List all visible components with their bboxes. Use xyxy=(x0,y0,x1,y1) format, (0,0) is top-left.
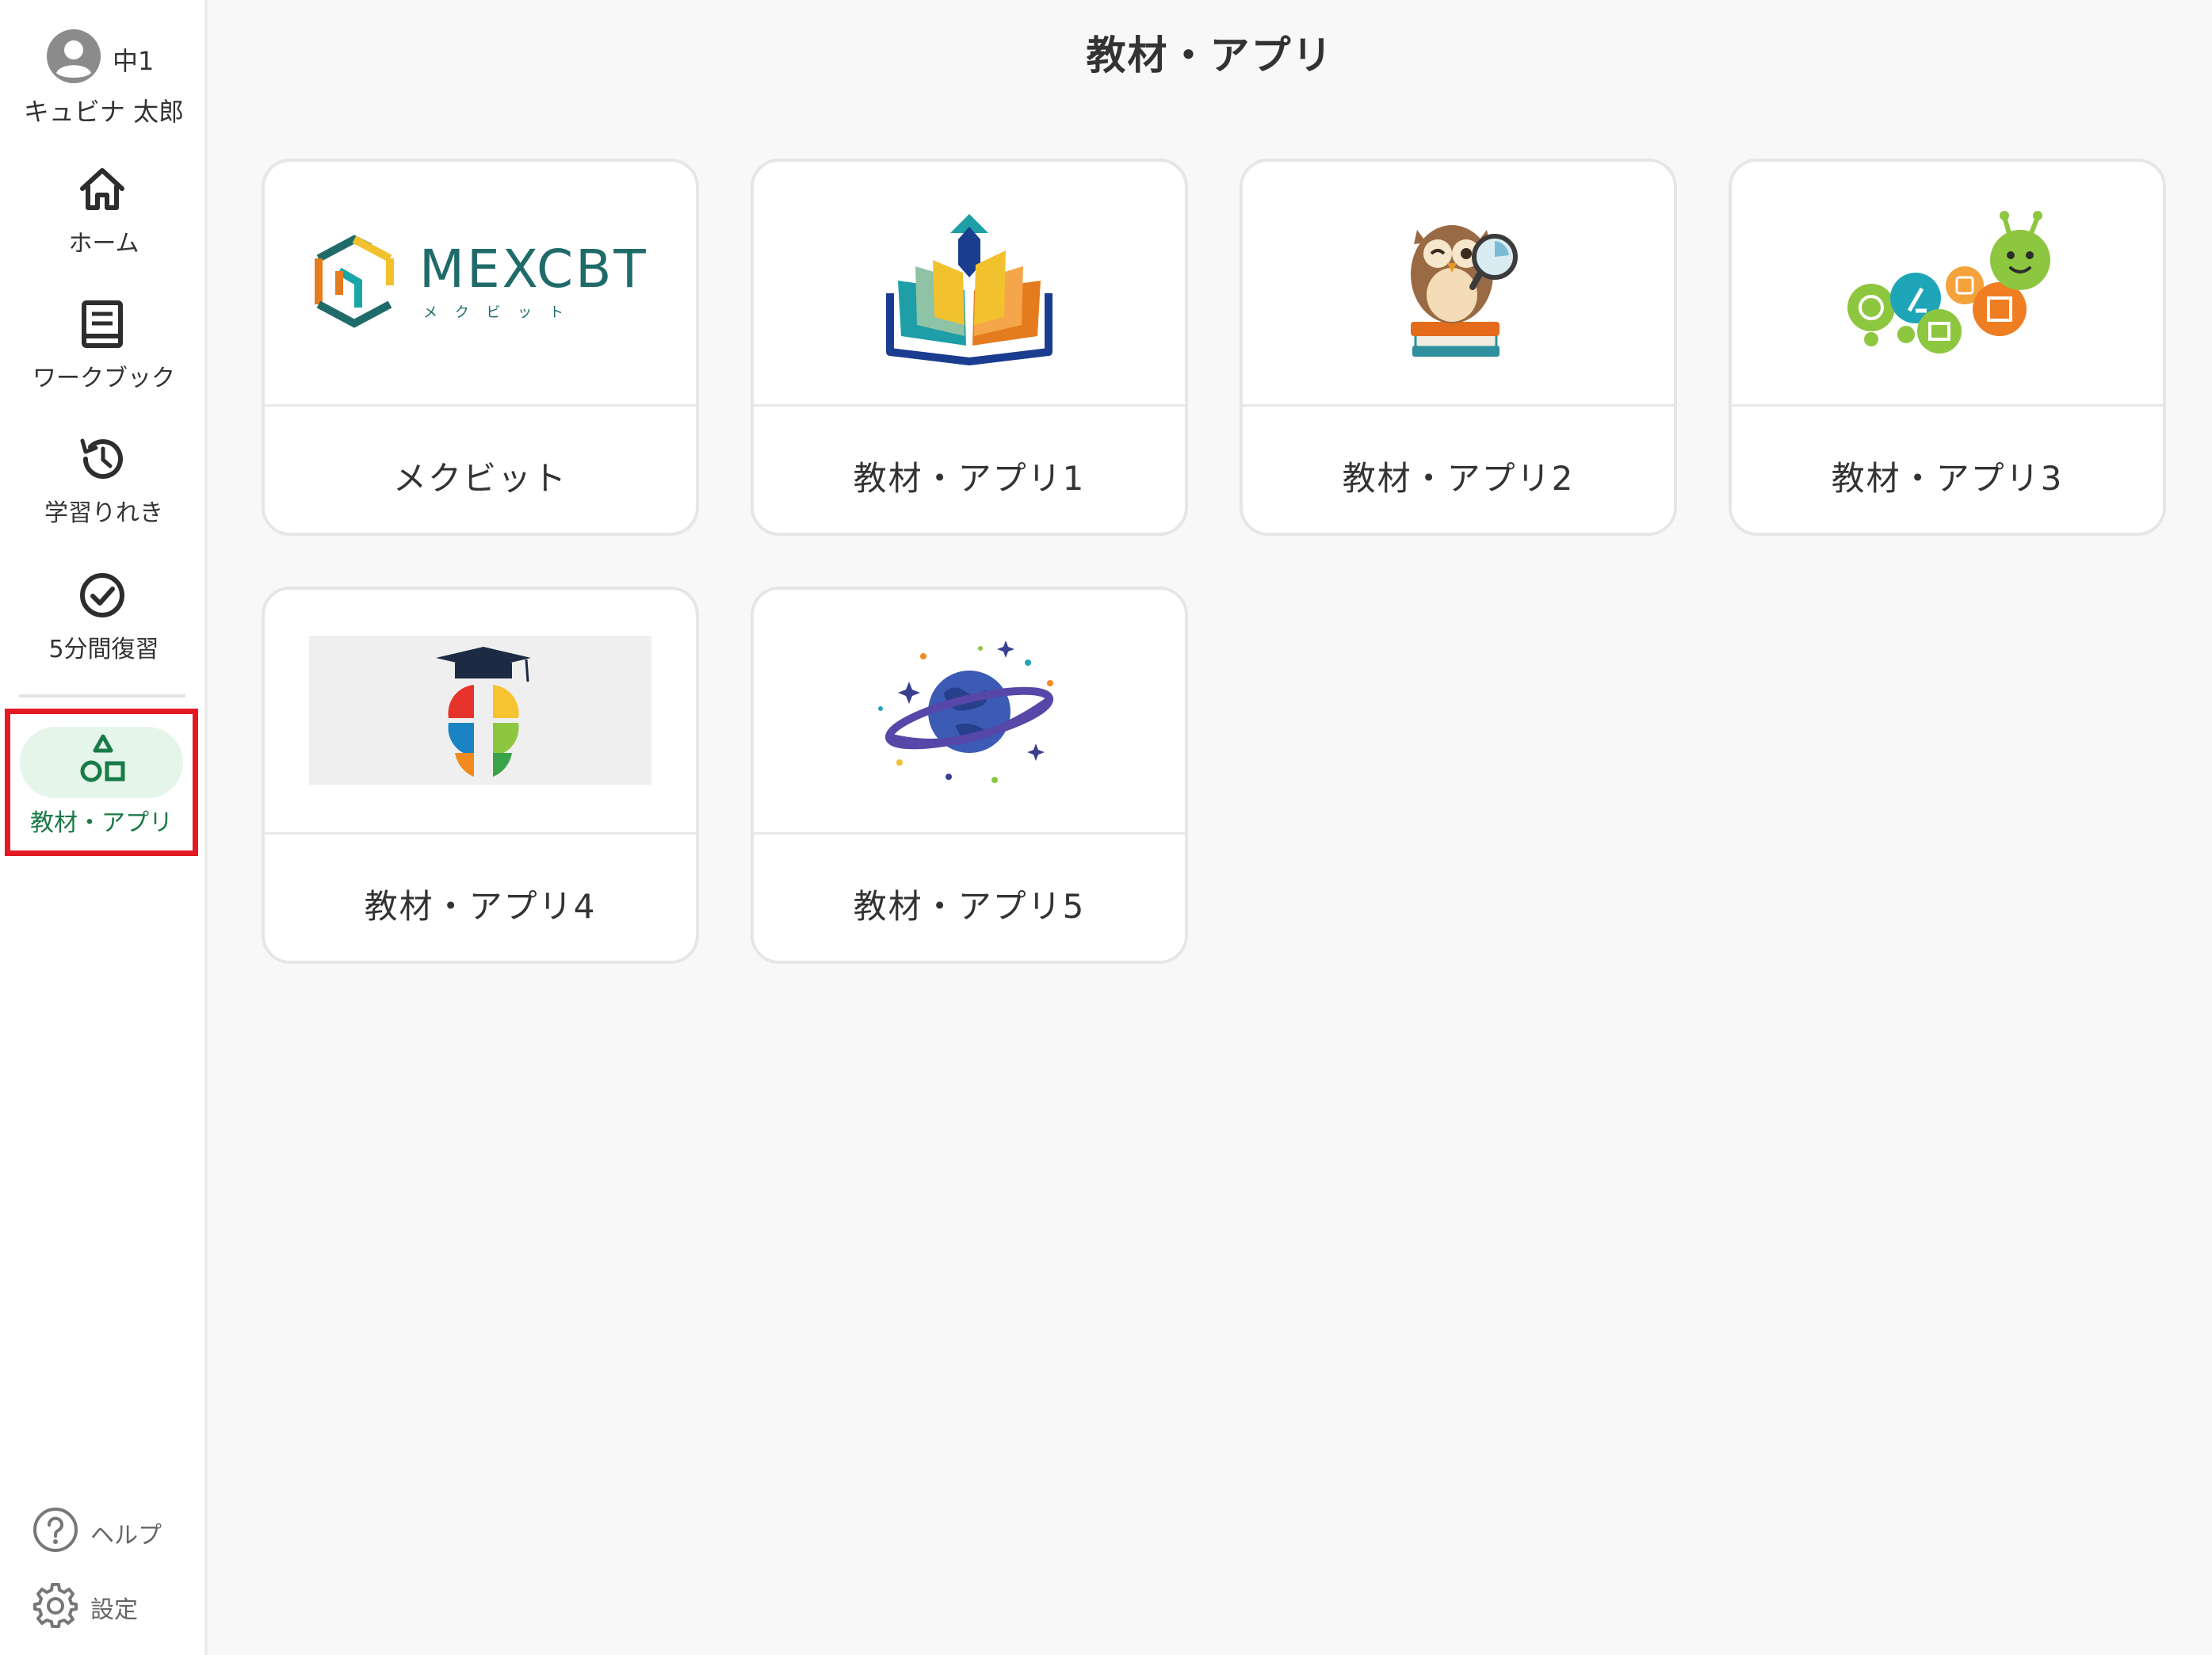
page-title: 教材・アプリ xyxy=(1086,32,1334,78)
app-card-4[interactable]: 教材・アプリ4 xyxy=(262,587,699,964)
sidebar-item-materials[interactable]: 教材・アプリ xyxy=(5,709,198,856)
app-card-2[interactable]: 教材・アプリ2 xyxy=(1240,159,1677,536)
app-card-5[interactable]: 教材・アプリ5 xyxy=(751,587,1188,964)
card-label: 教材・アプリ4 xyxy=(364,887,597,926)
mexcbt-logo-subtext: メ ク ビ ッ ト xyxy=(423,304,570,321)
card-divider xyxy=(754,832,1185,835)
sidebar-item-home[interactable]: ホーム xyxy=(0,155,208,274)
card-label: 教材・アプリ3 xyxy=(1831,459,2064,498)
caterpillar-icon xyxy=(1847,211,2050,354)
help-link[interactable]: ヘルプ xyxy=(32,1501,190,1557)
open-book-icon xyxy=(886,214,1053,365)
card-divider xyxy=(1732,404,2163,407)
puzzle-brain-icon xyxy=(309,636,651,785)
sidebar-item-label: 5分間復習 xyxy=(48,636,159,663)
card-label: 教材・アプリ2 xyxy=(1342,459,1575,498)
sidebar-item-workbook[interactable]: ワークブック xyxy=(0,290,208,409)
profile[interactable]: 中1 キュビナ 太郎 xyxy=(0,13,208,127)
app-root: 中1 キュビナ 太郎 ホーム ワークブック 学習りれき 5分間復習 教材・アプリ… xyxy=(0,0,2212,1655)
app-card-mexcbt[interactable]: MEXCBT メ ク ビ ッ ト メクビット xyxy=(262,159,699,536)
sidebar-item-review[interactable]: 5分間復習 xyxy=(0,561,208,680)
sidebar-item-label: 教材・アプリ xyxy=(30,809,173,837)
sidebar: 中1 キュビナ 太郎 ホーム ワークブック 学習りれき 5分間復習 教材・アプリ… xyxy=(0,0,208,1655)
help-label: ヘルプ xyxy=(90,1522,162,1550)
user-name: キュビナ 太郎 xyxy=(23,97,185,127)
settings-label: 設定 xyxy=(90,1596,138,1624)
card-label: メクビット xyxy=(392,459,567,498)
app-card-1[interactable]: 教材・アプリ1 xyxy=(751,159,1188,536)
check-circle-icon xyxy=(80,573,124,617)
mexcbt-logo: MEXCBT メ ク ビ ッ ト xyxy=(315,235,648,328)
owl-icon xyxy=(1411,225,1518,357)
book-icon xyxy=(82,300,123,348)
card-divider xyxy=(1243,404,1674,407)
shapes-icon xyxy=(80,734,125,782)
settings-link[interactable]: 設定 xyxy=(32,1576,190,1631)
home-icon xyxy=(80,168,124,210)
app-card-3[interactable]: 教材・アプリ3 xyxy=(1729,159,2166,536)
mexcbt-logo-text: MEXCBT xyxy=(419,239,648,300)
grade-label: 中1 xyxy=(113,46,155,76)
user-avatar-icon xyxy=(47,29,101,83)
card-label: 教材・アプリ5 xyxy=(853,887,1086,926)
help-icon xyxy=(33,1508,78,1552)
card-divider xyxy=(265,404,696,407)
gear-icon xyxy=(33,1583,78,1628)
card-divider xyxy=(754,404,1185,407)
planet-icon xyxy=(878,640,1054,783)
sidebar-divider xyxy=(19,694,185,698)
history-icon xyxy=(80,438,123,480)
sidebar-item-history[interactable]: 学習りれき xyxy=(0,425,208,544)
card-divider xyxy=(265,832,696,835)
sidebar-item-label: ホーム xyxy=(68,230,139,258)
sidebar-item-label: 学習りれき xyxy=(44,499,163,527)
sidebar-item-label: ワークブック xyxy=(32,365,175,392)
card-label: 教材・アプリ1 xyxy=(853,459,1086,498)
